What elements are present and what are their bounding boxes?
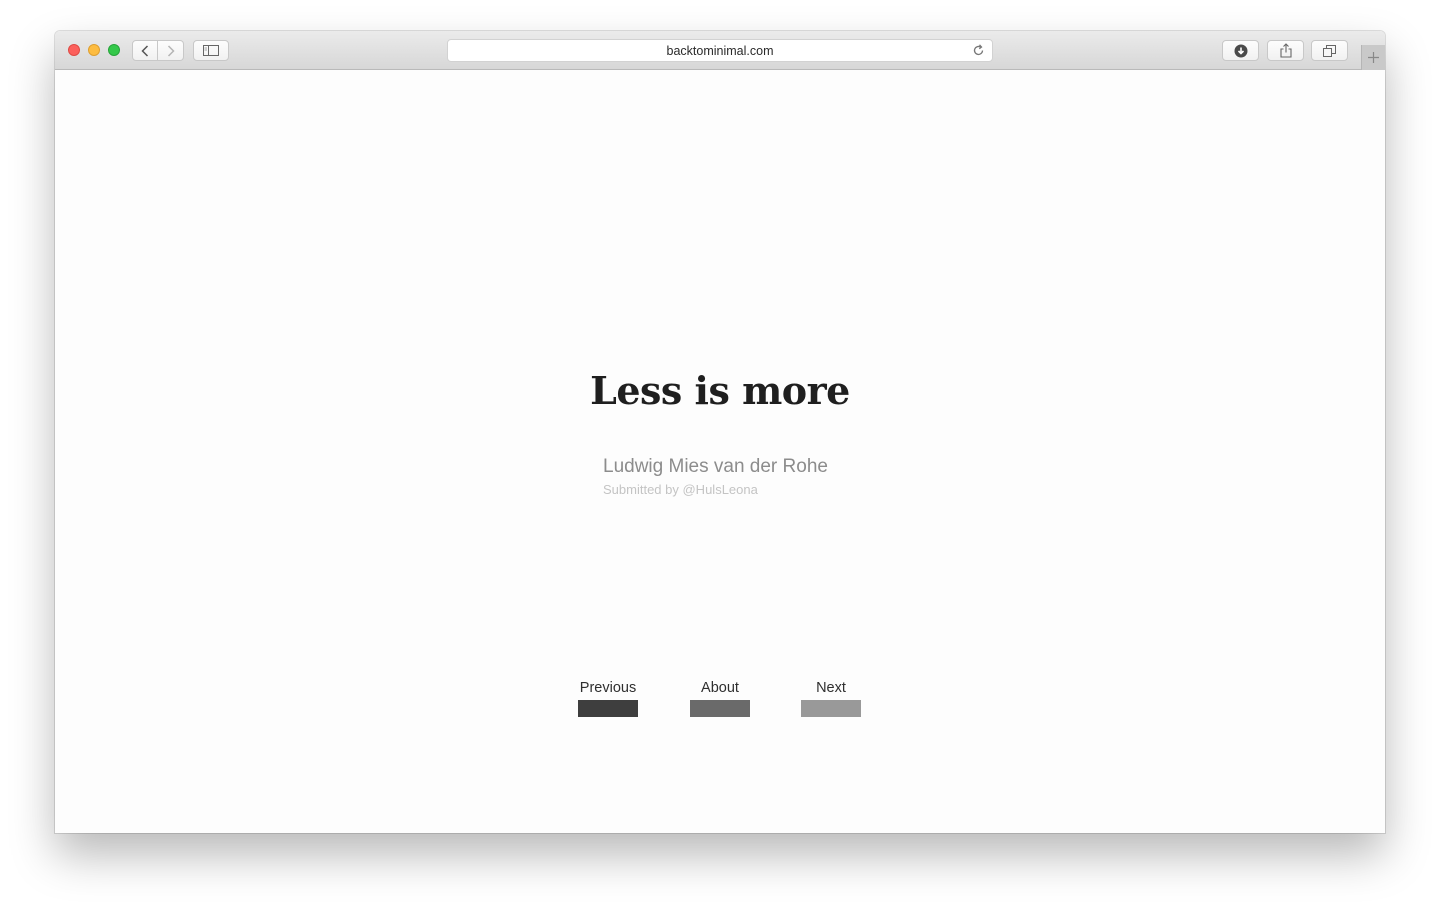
previous-label: Previous (579, 680, 637, 696)
next-link[interactable]: Next (801, 678, 861, 717)
download-icon (1234, 44, 1247, 57)
submitted-by: Submitted by @HulsLeona (603, 482, 758, 497)
about-bar[interactable] (690, 700, 750, 717)
sidebar-icon (203, 45, 219, 56)
browser-window: backtominimal.com Less is more Ludwig Mi… (55, 31, 1385, 833)
chevron-right-icon (167, 44, 175, 57)
previous-bar[interactable] (578, 700, 638, 717)
about-link[interactable]: About (690, 678, 750, 717)
tabs-icon (1323, 44, 1336, 57)
share-button[interactable] (1267, 40, 1304, 61)
previous-link[interactable]: Previous (578, 678, 638, 717)
minimize-window-button[interactable] (88, 44, 100, 56)
share-icon (1279, 43, 1292, 58)
quote-text: Less is more (590, 368, 850, 413)
forward-button[interactable] (158, 40, 184, 61)
next-bar[interactable] (801, 700, 861, 717)
tab-overview-button[interactable] (1311, 40, 1348, 61)
browser-toolbar: backtominimal.com (55, 31, 1385, 70)
close-window-button[interactable] (68, 44, 80, 56)
address-text: backtominimal.com (666, 44, 774, 58)
reload-icon[interactable] (971, 43, 986, 58)
page-content: Less is more Ludwig Mies van der Rohe Su… (55, 70, 1385, 833)
back-button[interactable] (132, 40, 158, 61)
plus-icon (1368, 52, 1379, 63)
new-tab-button[interactable] (1361, 45, 1385, 70)
address-bar[interactable]: backtominimal.com (447, 39, 993, 62)
chevron-left-icon (141, 44, 149, 57)
downloads-button[interactable] (1222, 40, 1259, 61)
sidebar-toggle-button[interactable] (193, 40, 229, 61)
maximize-window-button[interactable] (108, 44, 120, 56)
about-label: About (701, 680, 739, 696)
next-label: Next (816, 680, 846, 696)
quote-author: Ludwig Mies van der Rohe (603, 456, 828, 477)
